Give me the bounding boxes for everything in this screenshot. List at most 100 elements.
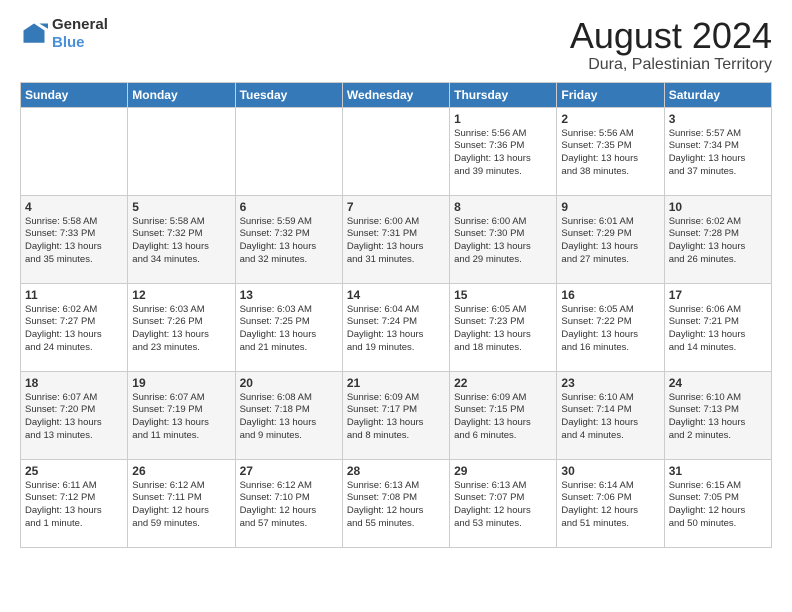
day-number: 25 [25,464,123,478]
day-info: Sunrise: 5:57 AM Sunset: 7:34 PM Dayligh… [669,128,767,179]
table-row: 20 Sunrise: 6:08 AM Sunset: 7:18 PM Dayli… [235,371,342,459]
day-info: Sunrise: 6:14 AM Sunset: 7:06 PM Dayligh… [561,480,659,531]
day-number: 9 [561,200,659,214]
day-number: 13 [240,288,338,302]
col-sunday: Sunday [21,82,128,107]
day-info: Sunrise: 6:13 AM Sunset: 7:07 PM Dayligh… [454,480,552,531]
day-info: Sunrise: 6:07 AM Sunset: 7:20 PM Dayligh… [25,392,123,443]
table-row: 28 Sunrise: 6:13 AM Sunset: 7:08 PM Dayli… [342,459,449,547]
day-info: Sunrise: 6:02 AM Sunset: 7:28 PM Dayligh… [669,216,767,267]
logo-blue: Blue [52,34,85,51]
day-info: Sunrise: 6:12 AM Sunset: 7:11 PM Dayligh… [132,480,230,531]
day-info: Sunrise: 5:56 AM Sunset: 7:35 PM Dayligh… [561,128,659,179]
day-number: 11 [25,288,123,302]
day-info: Sunrise: 6:15 AM Sunset: 7:05 PM Dayligh… [669,480,767,531]
day-number: 22 [454,376,552,390]
title-block: August 2024 Dura, Palestinian Territory [570,16,772,74]
day-info: Sunrise: 6:00 AM Sunset: 7:31 PM Dayligh… [347,216,445,267]
day-number: 15 [454,288,552,302]
table-row: 31 Sunrise: 6:15 AM Sunset: 7:05 PM Dayli… [664,459,771,547]
day-info: Sunrise: 5:58 AM Sunset: 7:32 PM Dayligh… [132,216,230,267]
table-row: 23Sunrise: 6:10 AM Sunset: 7:14 PM Dayli… [557,371,664,459]
table-row: 14 Sunrise: 6:04 AM Sunset: 7:24 PM Dayli… [342,283,449,371]
table-row [128,107,235,195]
day-number: 14 [347,288,445,302]
header: General Blue August 2024 Dura, Palestini… [20,16,772,74]
day-info: Sunrise: 6:02 AM Sunset: 7:27 PM Dayligh… [25,304,123,355]
col-saturday: Saturday [664,82,771,107]
day-info: Sunrise: 5:56 AM Sunset: 7:36 PM Dayligh… [454,128,552,179]
day-info: Sunrise: 5:58 AM Sunset: 7:33 PM Dayligh… [25,216,123,267]
table-row: 11 Sunrise: 6:02 AM Sunset: 7:27 PM Dayli… [21,283,128,371]
day-info: Sunrise: 6:09 AM Sunset: 7:17 PM Dayligh… [347,392,445,443]
day-number: 16 [561,288,659,302]
day-info: Sunrise: 6:05 AM Sunset: 7:23 PM Dayligh… [454,304,552,355]
day-info: Sunrise: 6:04 AM Sunset: 7:24 PM Dayligh… [347,304,445,355]
day-info: Sunrise: 6:12 AM Sunset: 7:10 PM Dayligh… [240,480,338,531]
table-row: 8Sunrise: 6:00 AM Sunset: 7:30 PM Daylig… [450,195,557,283]
table-row: 12 Sunrise: 6:03 AM Sunset: 7:26 PM Dayli… [128,283,235,371]
day-number: 31 [669,464,767,478]
table-row: 13 Sunrise: 6:03 AM Sunset: 7:25 PM Dayli… [235,283,342,371]
calendar-week-row: 1 Sunrise: 5:56 AM Sunset: 7:36 PM Daylig… [21,107,772,195]
day-info: Sunrise: 6:10 AM Sunset: 7:14 PM Dayligh… [561,392,659,443]
day-number: 7 [347,200,445,214]
col-tuesday: Tuesday [235,82,342,107]
table-row: 29Sunrise: 6:13 AM Sunset: 7:07 PM Dayli… [450,459,557,547]
table-row [21,107,128,195]
table-row: 10Sunrise: 6:02 AM Sunset: 7:28 PM Dayli… [664,195,771,283]
day-info: Sunrise: 6:03 AM Sunset: 7:26 PM Dayligh… [132,304,230,355]
table-row: 4Sunrise: 5:58 AM Sunset: 7:33 PM Daylig… [21,195,128,283]
table-row: 17 Sunrise: 6:06 AM Sunset: 7:21 PM Dayli… [664,283,771,371]
day-number: 12 [132,288,230,302]
table-row: 24Sunrise: 6:10 AM Sunset: 7:13 PM Dayli… [664,371,771,459]
page: General Blue August 2024 Dura, Palestini… [0,0,792,612]
table-row: 15 Sunrise: 6:05 AM Sunset: 7:23 PM Dayli… [450,283,557,371]
table-row: 2Sunrise: 5:56 AM Sunset: 7:35 PM Daylig… [557,107,664,195]
table-row: 18Sunrise: 6:07 AM Sunset: 7:20 PM Dayli… [21,371,128,459]
day-number: 21 [347,376,445,390]
day-number: 28 [347,464,445,478]
day-number: 19 [132,376,230,390]
day-info: Sunrise: 6:09 AM Sunset: 7:15 PM Dayligh… [454,392,552,443]
calendar-week-row: 4Sunrise: 5:58 AM Sunset: 7:33 PM Daylig… [21,195,772,283]
table-row: 1 Sunrise: 5:56 AM Sunset: 7:36 PM Daylig… [450,107,557,195]
table-row: 21 Sunrise: 6:09 AM Sunset: 7:17 PM Dayli… [342,371,449,459]
calendar-week-row: 18Sunrise: 6:07 AM Sunset: 7:20 PM Dayli… [21,371,772,459]
col-monday: Monday [128,82,235,107]
day-number: 5 [132,200,230,214]
day-info: Sunrise: 6:00 AM Sunset: 7:30 PM Dayligh… [454,216,552,267]
day-info: Sunrise: 5:59 AM Sunset: 7:32 PM Dayligh… [240,216,338,267]
calendar-table: Sunday Monday Tuesday Wednesday Thursday… [20,82,772,548]
day-number: 26 [132,464,230,478]
day-number: 6 [240,200,338,214]
day-info: Sunrise: 6:01 AM Sunset: 7:29 PM Dayligh… [561,216,659,267]
col-thursday: Thursday [450,82,557,107]
day-info: Sunrise: 6:13 AM Sunset: 7:08 PM Dayligh… [347,480,445,531]
day-number: 17 [669,288,767,302]
table-row: 5 Sunrise: 5:58 AM Sunset: 7:32 PM Daylig… [128,195,235,283]
table-row: 9 Sunrise: 6:01 AM Sunset: 7:29 PM Daylig… [557,195,664,283]
day-number: 3 [669,112,767,126]
table-row [342,107,449,195]
table-row: 25Sunrise: 6:11 AM Sunset: 7:12 PM Dayli… [21,459,128,547]
table-row: 26 Sunrise: 6:12 AM Sunset: 7:11 PM Dayli… [128,459,235,547]
table-row: 19Sunrise: 6:07 AM Sunset: 7:19 PM Dayli… [128,371,235,459]
day-info: Sunrise: 6:06 AM Sunset: 7:21 PM Dayligh… [669,304,767,355]
day-info: Sunrise: 6:10 AM Sunset: 7:13 PM Dayligh… [669,392,767,443]
logo-icon [20,20,48,48]
logo-general: General [52,16,108,33]
subtitle: Dura, Palestinian Territory [570,56,772,74]
table-row: 22 Sunrise: 6:09 AM Sunset: 7:15 PM Dayli… [450,371,557,459]
table-row: 16Sunrise: 6:05 AM Sunset: 7:22 PM Dayli… [557,283,664,371]
col-friday: Friday [557,82,664,107]
logo: General Blue [20,16,108,52]
day-number: 27 [240,464,338,478]
day-info: Sunrise: 6:03 AM Sunset: 7:25 PM Dayligh… [240,304,338,355]
main-title: August 2024 [570,16,772,56]
day-info: Sunrise: 6:08 AM Sunset: 7:18 PM Dayligh… [240,392,338,443]
day-number: 1 [454,112,552,126]
day-number: 30 [561,464,659,478]
day-number: 20 [240,376,338,390]
table-row: 3 Sunrise: 5:57 AM Sunset: 7:34 PM Daylig… [664,107,771,195]
